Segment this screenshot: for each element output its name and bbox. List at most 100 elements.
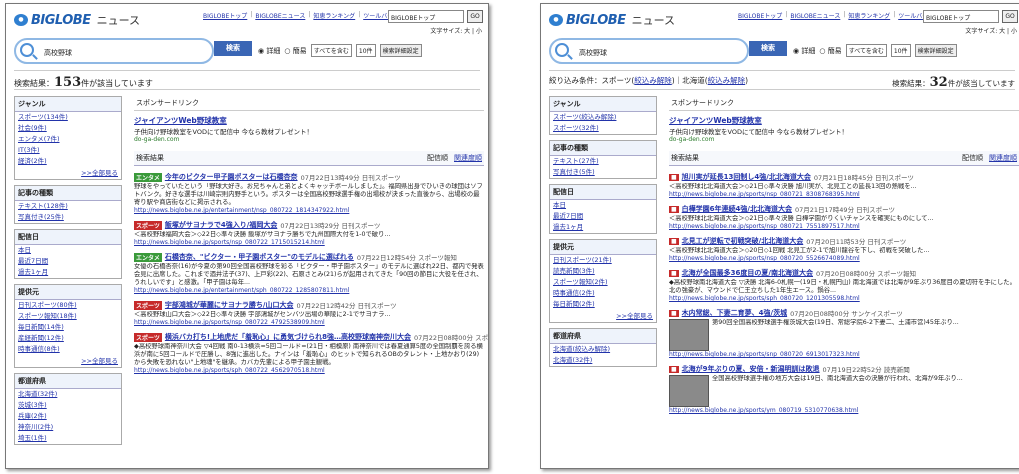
go-button[interactable]: GO [467, 10, 483, 23]
provider-item[interactable]: 時事通信(8件) [15, 344, 121, 355]
genre-item[interactable]: エンタメ(7件) [15, 134, 121, 145]
date-item[interactable]: 過去1ヶ月 [15, 267, 121, 278]
radio-detail[interactable]: ◉ 詳細 [793, 46, 815, 56]
pref-item[interactable]: 埼玉(1件) [15, 433, 121, 444]
search-button[interactable]: 検索 [214, 41, 252, 56]
text-size[interactable]: 文字サイズ: 大 | 小 [430, 26, 482, 35]
kind-item[interactable]: テキスト(128件) [15, 201, 121, 212]
result-url[interactable]: http://news.biglobe.ne.jp/sports/sph_080… [134, 367, 484, 374]
link-ranking[interactable]: 知恵ランキング [313, 11, 355, 20]
site-select[interactable]: BIGLOBEトップ [923, 10, 999, 23]
result-url[interactable]: http://news.biglobe.ne.jp/entertainment/… [134, 207, 484, 214]
genre-item[interactable]: スポーツ(絞込み解除) [550, 112, 656, 123]
more-link[interactable]: >>全部見る [15, 167, 121, 179]
date-item[interactable]: 本日 [15, 245, 121, 256]
result-item: スポーツ 飯塚がサヨナラで4強入り/福岡大会 07月22日13時29分 日刊スポーツ… [134, 220, 484, 246]
biglobe-logo[interactable]: ● BIGLOBE ニュース [549, 12, 675, 28]
ad-url[interactable]: do-ga-den.com [669, 136, 1019, 143]
date-item[interactable]: 最近7日間 [550, 211, 656, 222]
result-title[interactable]: 木内常総、下妻二育夢、4強/茨城 [682, 308, 787, 318]
text-size[interactable]: 文字サイズ: 大 | 小 [965, 26, 1017, 35]
sort-date[interactable]: 配信順 [962, 154, 983, 162]
date-item[interactable]: 過去1ヶ月 [550, 222, 656, 233]
pref-item[interactable]: 北海道(32件) [15, 389, 121, 400]
result-title[interactable]: 石橋杏奈、"ビクター・甲子園ポスター"のモデルに選ばれる [165, 252, 354, 262]
link-biglobe-top[interactable]: BIGLOBEトップ [738, 11, 782, 20]
result-url[interactable]: http://news.biglobe.ne.jp/sports/nsp_080… [669, 191, 1019, 198]
photo-thumbnail[interactable] [669, 319, 709, 351]
date-item[interactable]: 最近7日間 [15, 256, 121, 267]
link-biglobe-news[interactable]: BIGLOBEニュース [790, 11, 840, 20]
go-button[interactable]: GO [1002, 10, 1018, 23]
provider-item[interactable]: 毎日新聞(2件) [550, 299, 656, 310]
result-title[interactable]: 北見工が逆転で初戦突破/北北海道大会 [682, 236, 804, 246]
provider-item[interactable]: スポーツ報知(18件) [15, 311, 121, 322]
radio-simple[interactable]: ○ 簡易 [819, 46, 841, 56]
pref-item[interactable]: 神奈川(2件) [15, 422, 121, 433]
kind-item[interactable]: 写真付き(25件) [15, 212, 121, 223]
count-select[interactable]: 10件 [355, 44, 376, 57]
result-title[interactable]: 今年のビクター甲子園ポスターは石橋杏奈 [165, 172, 298, 182]
link-biglobe-top[interactable]: BIGLOBEトップ [203, 11, 247, 20]
ad-title[interactable]: ジャイアンツWeb野球教室 [669, 115, 1019, 126]
provider-item[interactable]: 産経新聞(12件) [15, 333, 121, 344]
include-select[interactable]: すべてを含む [845, 44, 887, 57]
pref-item[interactable]: 北海道(絞込み解除) [550, 344, 656, 355]
provider-item[interactable]: 読売新聞(3件) [550, 266, 656, 277]
sort-relevance[interactable]: 関連度順 [454, 154, 482, 162]
provider-item[interactable]: スポーツ報知(2件) [550, 277, 656, 288]
ad-title[interactable]: ジャイアンツWeb野球教室 [134, 115, 484, 126]
provider-item[interactable]: 日刊スポーツ(21件) [550, 255, 656, 266]
provider-item[interactable]: 日刊スポーツ(80件) [15, 300, 121, 311]
advanced-button[interactable]: 検索詳細設定 [914, 44, 957, 57]
pref-item[interactable]: 兵庫(2件) [15, 411, 121, 422]
result-title[interactable]: 宇部鴻城が華麗にサヨナラ勝ち/山口大会 [165, 300, 294, 310]
result-url[interactable]: http://news.biglobe.ne.jp/entertainment/… [134, 287, 484, 294]
date-item[interactable]: 本日 [550, 200, 656, 211]
result-title[interactable]: 北海が全国最多36度目の夏/南北海道大会 [682, 268, 813, 278]
link-ranking[interactable]: 知恵ランキング [848, 11, 890, 20]
genre-item[interactable]: スポーツ(32件) [550, 123, 656, 134]
search-input[interactable]: 高校野球 [14, 38, 214, 64]
search-button[interactable]: 検索 [749, 41, 787, 56]
advanced-button[interactable]: 検索詳細設定 [379, 44, 422, 57]
more-link[interactable]: >>全部見る [550, 310, 656, 322]
search-input[interactable]: 高校野球 [549, 38, 749, 64]
genre-item[interactable]: IT(3件) [15, 145, 121, 156]
result-url[interactable]: http://news.biglobe.ne.jp/sports/nsp_080… [669, 223, 1019, 230]
kind-item[interactable]: テキスト(27件) [550, 156, 656, 167]
unset-hokkaido[interactable]: 絞込み解除 [708, 76, 746, 85]
sort-relevance[interactable]: 関連度順 [989, 154, 1017, 162]
more-link[interactable]: >>全部見る [15, 355, 121, 367]
include-select[interactable]: すべてを含む [310, 44, 352, 57]
result-url[interactable]: http://news.biglobe.ne.jp/sports/snp_080… [669, 351, 1019, 358]
pref-item[interactable]: 北海道(32件) [550, 355, 656, 366]
provider-item[interactable]: 時事通信(2件) [550, 288, 656, 299]
photo-thumbnail[interactable] [669, 375, 709, 407]
ad-url[interactable]: do-ga-den.com [134, 136, 484, 143]
result-title[interactable]: 飯塚がサヨナラで4強入り/福岡大会 [165, 220, 277, 230]
result-title[interactable]: 横浜バカ打ち!上地虎だ「羞恥心」に勇気づけられ8強…高校野球南神奈川大会 [165, 332, 411, 342]
genre-item[interactable]: 社会(9件) [15, 123, 121, 134]
kind-item[interactable]: 写真付き(5件) [550, 167, 656, 178]
result-url[interactable]: http://news.biglobe.ne.jp/sports/ym_0807… [669, 407, 1019, 414]
unset-sports[interactable]: 絞込み解除 [634, 76, 672, 85]
radio-detail[interactable]: ◉ 詳細 [258, 46, 280, 56]
genre-item[interactable]: スポーツ(134件) [15, 112, 121, 123]
pref-item[interactable]: 茨城(3件) [15, 400, 121, 411]
site-select[interactable]: BIGLOBEトップ [388, 10, 464, 23]
genre-item[interactable]: 経済(2件) [15, 156, 121, 167]
biglobe-logo[interactable]: ● BIGLOBE ニュース [14, 12, 140, 28]
result-url[interactable]: http://news.biglobe.ne.jp/sports/nsp_080… [134, 239, 484, 246]
sort-date[interactable]: 配信順 [427, 154, 448, 162]
link-biglobe-news[interactable]: BIGLOBEニュース [255, 11, 305, 20]
provider-item[interactable]: 毎日新聞(14件) [15, 322, 121, 333]
result-url[interactable]: http://news.biglobe.ne.jp/sports/nsp_080… [669, 255, 1019, 262]
radio-simple[interactable]: ○ 簡易 [284, 46, 306, 56]
result-title[interactable]: 北海が9年ぶりの夏、安倍・新潟明訓は敗退 [682, 364, 820, 374]
count-select[interactable]: 10件 [890, 44, 911, 57]
result-title[interactable]: 白樺学園6年連続4強/北北海道大会 [682, 204, 792, 214]
result-url[interactable]: http://news.biglobe.ne.jp/sports/nsp_080… [134, 319, 484, 326]
result-title[interactable]: 旭川実が延長13回制し4強/北北海道大会 [682, 172, 811, 182]
result-url[interactable]: http://news.biglobe.ne.jp/sports/sph_080… [669, 295, 1019, 302]
